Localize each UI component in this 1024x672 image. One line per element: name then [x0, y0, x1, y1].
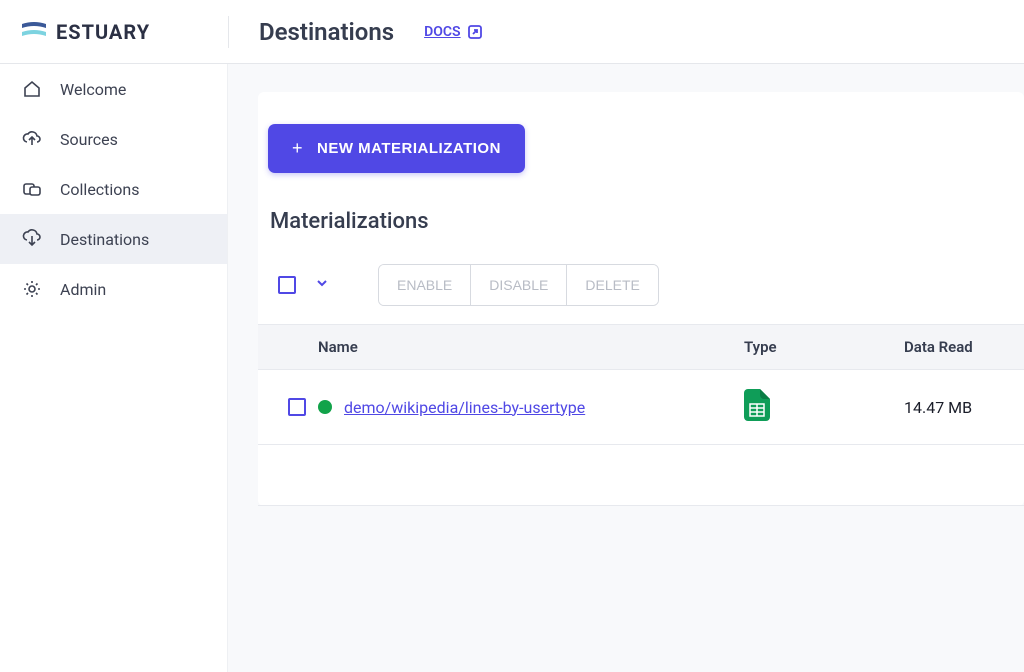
sidebar-item-welcome[interactable]: Welcome [0, 64, 227, 114]
disable-button[interactable]: DISABLE [471, 265, 567, 305]
row-checkbox[interactable] [288, 398, 306, 416]
chevron-down-icon [314, 275, 330, 291]
status-indicator [318, 400, 332, 414]
new-materialization-button[interactable]: + NEW MATERIALIZATION [268, 124, 525, 173]
column-header-name[interactable]: Name [318, 338, 744, 356]
cloud-download-icon [22, 229, 42, 249]
page-title: Destinations [229, 18, 424, 46]
brand-name: ESTUARY [56, 20, 150, 44]
table-row: demo/wikipedia/lines-by-usertype 14.47 M… [258, 370, 1024, 445]
sidebar-item-collections[interactable]: Collections [0, 164, 227, 214]
delete-button[interactable]: DELETE [567, 265, 657, 305]
select-all-checkbox[interactable] [278, 276, 296, 294]
main-content: + NEW MATERIALIZATION Materializations E… [228, 0, 1024, 672]
sidebar-item-sources[interactable]: Sources [0, 114, 227, 164]
estuary-logo-icon [20, 18, 48, 46]
google-sheets-icon [744, 389, 770, 421]
docs-link[interactable]: DOCS [424, 24, 482, 40]
section-title: Materializations [270, 209, 1024, 234]
sidebar: Welcome Sources Collections Destinations… [0, 0, 228, 672]
select-dropdown[interactable] [314, 275, 330, 295]
materialization-link[interactable]: demo/wikipedia/lines-by-usertype [344, 398, 585, 417]
materializations-table: Name Type Data Read demo/wikipedia/lines… [258, 324, 1024, 506]
docs-label: DOCS [424, 24, 460, 40]
plus-icon: + [292, 138, 303, 159]
sidebar-item-label: Destinations [60, 230, 149, 249]
sidebar-item-destinations[interactable]: Destinations [0, 214, 227, 264]
sidebar-item-admin[interactable]: Admin [0, 264, 227, 314]
sidebar-item-label: Sources [60, 130, 118, 149]
column-header-data-read[interactable]: Data Read [904, 338, 1024, 356]
home-icon [22, 79, 42, 99]
sidebar-item-label: Welcome [60, 80, 126, 99]
enable-button[interactable]: ENABLE [379, 265, 471, 305]
cloud-upload-icon [22, 129, 42, 149]
gear-icon [22, 279, 42, 299]
brand-logo[interactable]: ESTUARY [0, 18, 228, 46]
external-link-icon [467, 24, 483, 40]
sidebar-item-label: Admin [60, 280, 106, 299]
sidebar-item-label: Collections [60, 180, 140, 199]
new-button-label: NEW MATERIALIZATION [317, 140, 501, 157]
data-read-value: 14.47 MB [904, 398, 1024, 417]
database-icon [22, 179, 42, 199]
column-header-type[interactable]: Type [744, 338, 904, 356]
